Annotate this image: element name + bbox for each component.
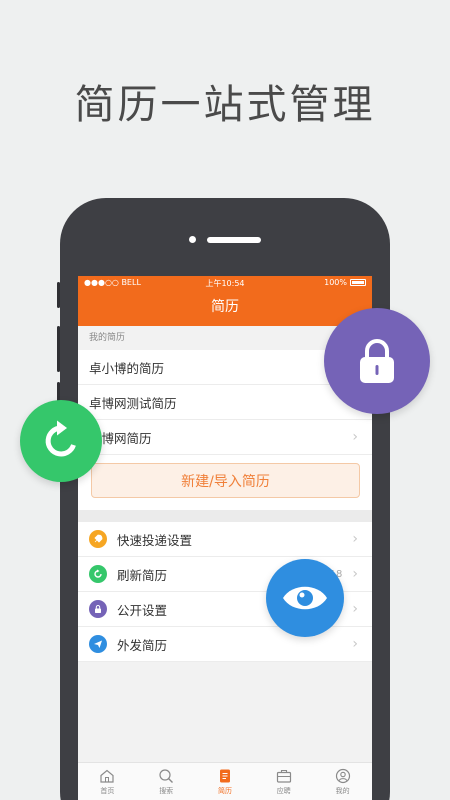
earpiece-speaker (207, 237, 261, 243)
resume-item-name: 卓博网测试简历 (89, 395, 177, 411)
menu-item-send-resume[interactable]: 外发简历 › (78, 627, 372, 662)
new-import-resume-button[interactable]: 新建/导入简历 (91, 463, 360, 498)
resume-item[interactable]: 卓博网简历 › (78, 420, 372, 455)
tab-home[interactable]: 首页 (78, 763, 137, 800)
refresh-feature-badge (20, 400, 102, 482)
tab-label: 简历 (217, 787, 232, 795)
mute-switch (57, 282, 60, 308)
refresh-icon (45, 420, 76, 457)
menu-item-label: 快速投递设置 (117, 532, 193, 548)
menu-item-quick-apply[interactable]: 快速投递设置 › (78, 522, 372, 557)
bottom-tab-bar: 首页 搜索 简历 应聘 我的 (78, 762, 372, 800)
tab-profile[interactable]: 我的 (313, 763, 372, 800)
user-icon (335, 768, 350, 784)
resume-item-name: 卓博网简历 (89, 430, 152, 446)
padlock-icon (360, 339, 394, 383)
status-bar: ●●●○○ BELL 上午10:54 100% (78, 276, 372, 291)
lock-icon (89, 600, 107, 618)
send-icon (89, 635, 107, 653)
battery-percent: 100% (324, 278, 347, 287)
chevron-right-icon: › (352, 566, 358, 582)
resume-icon (219, 769, 230, 783)
resume-item-name: 卓小博的简历 (89, 360, 165, 376)
volume-up-button (57, 326, 60, 372)
chevron-right-icon: › (352, 531, 358, 547)
tab-label: 首页 (100, 787, 115, 795)
visibility-feature-badge (266, 559, 344, 637)
rocket-icon (89, 530, 107, 548)
eye-icon (283, 586, 327, 610)
menu-item-label: 外发简历 (117, 637, 168, 653)
section-divider (78, 510, 372, 522)
tab-label: 应聘 (276, 787, 291, 795)
briefcase-icon (276, 769, 291, 783)
home-icon (100, 769, 114, 783)
tab-applications[interactable]: 应聘 (254, 763, 313, 800)
page-title: 简历 (211, 299, 239, 315)
tab-search[interactable]: 搜索 (137, 763, 196, 800)
tab-label: 我的 (335, 787, 350, 795)
front-camera (189, 236, 196, 243)
promo-headline: 简历一站式管理 (74, 82, 376, 128)
refresh-icon (89, 565, 107, 583)
lock-feature-badge (324, 308, 430, 414)
chevron-right-icon: › (352, 429, 358, 445)
battery-indicator: 100% (324, 278, 366, 287)
search-icon (159, 769, 174, 783)
chevron-right-icon: › (352, 636, 358, 652)
tab-label: 搜索 (159, 787, 174, 795)
battery-icon (350, 279, 366, 286)
menu-item-label: 刷新简历 (117, 567, 168, 583)
resume-item[interactable]: 卓博网测试简历 (78, 385, 372, 420)
chevron-right-icon: › (352, 601, 358, 617)
new-resume-container: 新建/导入简历 (78, 455, 372, 510)
tab-resume[interactable]: 简历 (196, 763, 255, 800)
nav-bar: 简历 (78, 291, 372, 326)
